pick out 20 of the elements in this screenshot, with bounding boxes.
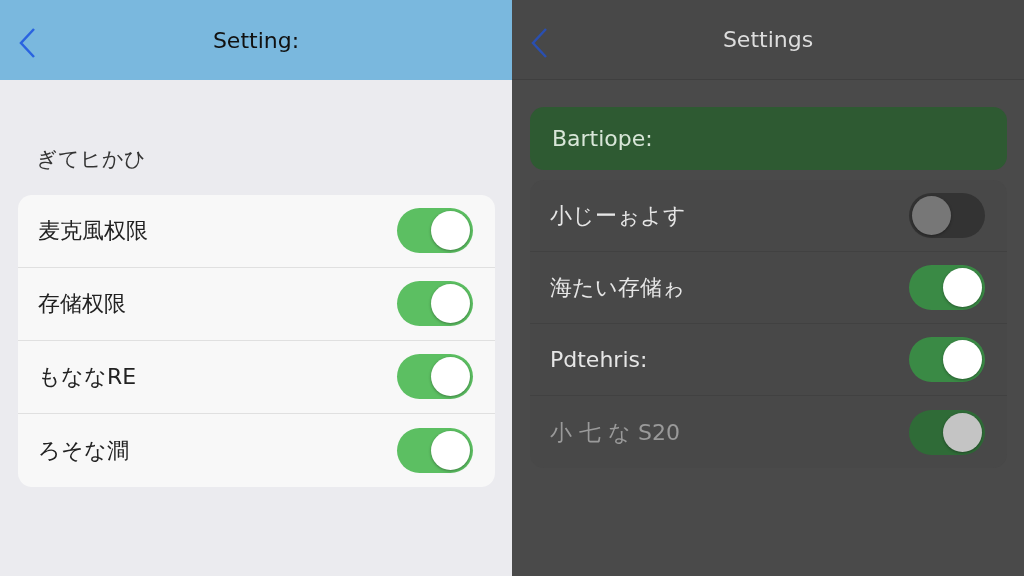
toggle-switch[interactable] — [397, 281, 473, 326]
toggle-switch[interactable] — [909, 265, 985, 310]
toggle-switch[interactable] — [397, 354, 473, 399]
setting-label: 小 七 な S20 — [550, 418, 680, 447]
toggle-switch[interactable] — [909, 337, 985, 382]
setting-label: 海たい存储ゎ — [550, 274, 685, 302]
section-banner: Bartiope: — [530, 107, 1007, 170]
toggle-switch[interactable] — [397, 427, 473, 473]
back-icon[interactable] — [18, 27, 38, 59]
toggle-switch[interactable] — [909, 193, 985, 238]
setting-label: Pdtehris: — [550, 346, 648, 374]
setting-label: 麦克風权限 — [38, 217, 148, 245]
setting-label: 小じーぉよす — [550, 202, 686, 230]
toggle-switch[interactable] — [397, 208, 473, 253]
section-header: ぎてヒかひ — [36, 146, 147, 173]
screen-title: Settings — [722, 26, 814, 54]
setting-label: ろそな澗 — [38, 436, 129, 465]
setting-label: もななRE — [38, 363, 137, 391]
setting-label: 存储权限 — [38, 290, 126, 318]
screen-title: Setting: — [212, 26, 300, 55]
